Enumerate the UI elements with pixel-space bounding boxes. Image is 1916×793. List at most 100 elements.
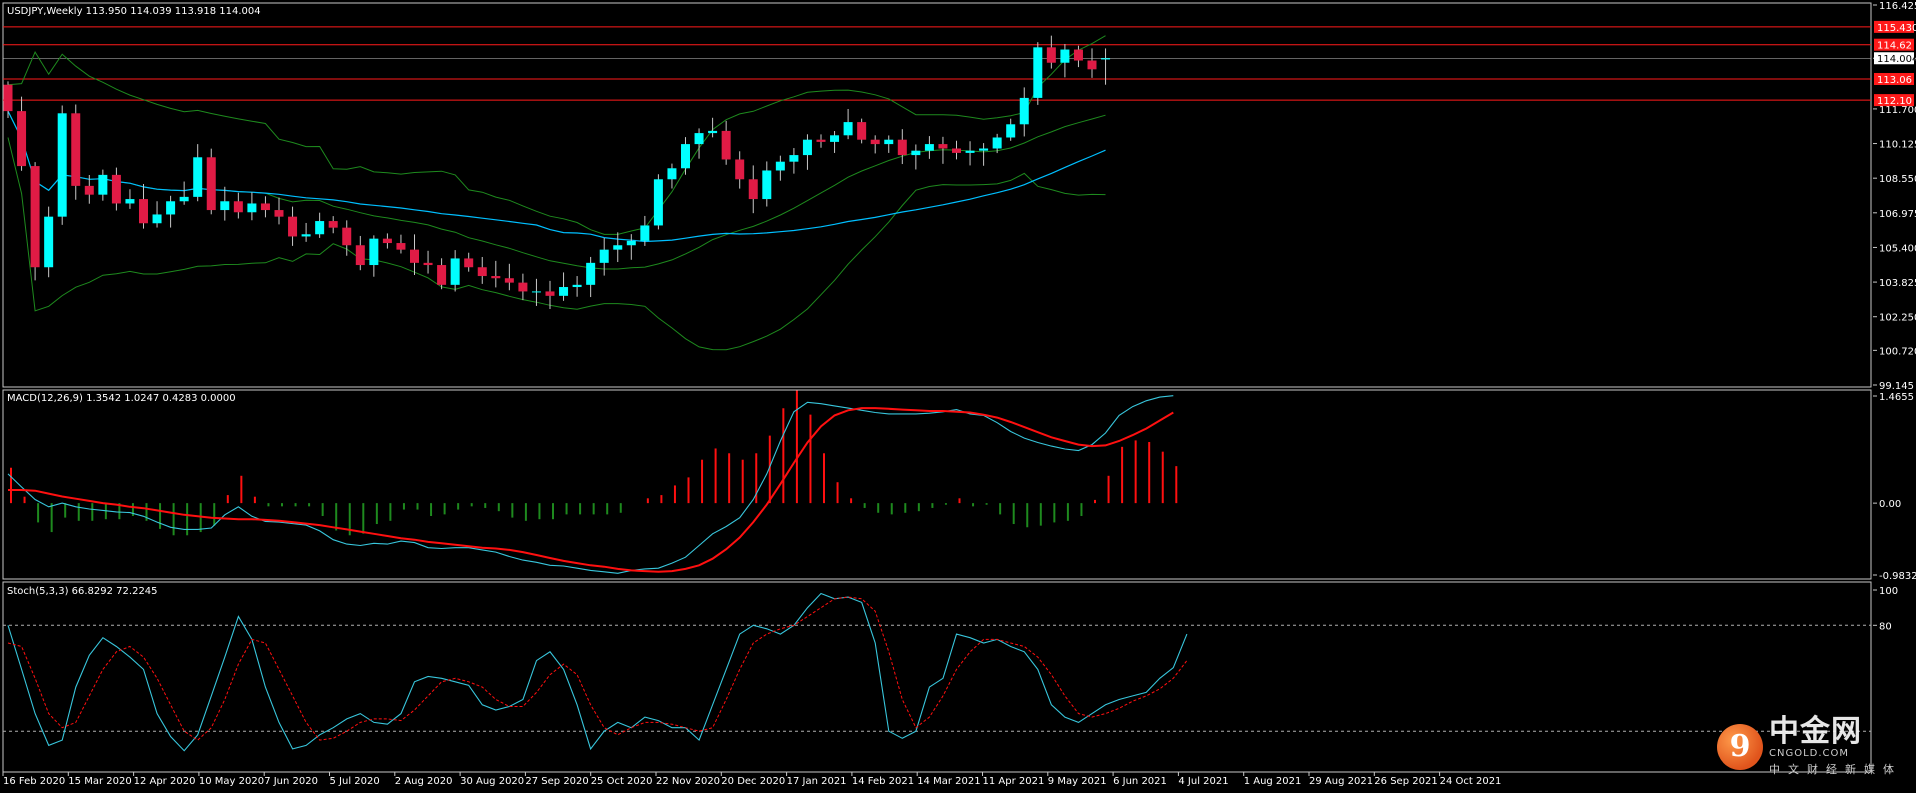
candle (518, 273, 528, 301)
candle (125, 189, 135, 209)
candle (1019, 87, 1029, 137)
x-tick-label: 9 May 2021 (1048, 776, 1107, 787)
macd-panel: 1.4655 0.00 -0.9832 (7, 390, 1916, 582)
x-tick-label: 25 Oct 2020 (591, 776, 653, 787)
price-tick-label: 99.145 (1879, 381, 1914, 392)
candle-body (98, 174, 108, 195)
candle-body (355, 245, 365, 266)
candle (328, 216, 338, 234)
candle (30, 162, 40, 281)
stoch-tick-label: 80 (1879, 621, 1892, 632)
price-tick-label: 116.425 (1879, 1, 1916, 12)
candle (789, 148, 799, 174)
x-axis: 16 Feb 2020 15 Mar 2020 12 Apr 2020 10 May … (2, 772, 1501, 787)
candle (816, 134, 826, 148)
candle-body (762, 170, 772, 200)
x-tick-label: 15 Mar 2020 (68, 776, 131, 787)
candle (911, 144, 921, 170)
candle-body (30, 166, 40, 268)
candle (762, 161, 772, 207)
price-tick-label: 110.125 (1879, 140, 1916, 151)
price-tick-label: 100.720 (1879, 346, 1916, 357)
candle-body (84, 185, 94, 195)
candle (748, 165, 758, 214)
candle-body (260, 203, 270, 211)
candle-body (1101, 58, 1111, 60)
candle (98, 169, 108, 201)
candle (721, 120, 731, 165)
candle-body (586, 262, 596, 285)
candle-body (884, 139, 894, 145)
candle (315, 212, 325, 238)
candle-body (911, 150, 921, 156)
candle (139, 184, 148, 229)
candle (450, 250, 460, 292)
candle (613, 232, 623, 263)
candle (301, 222, 311, 242)
candle (572, 276, 582, 297)
stoch-k-line (7, 592, 1188, 752)
candle-body (369, 238, 379, 266)
candle (396, 234, 406, 254)
candle-body (640, 225, 650, 241)
candle-body (599, 249, 609, 263)
candle-body (206, 157, 216, 211)
candle-body (938, 144, 948, 149)
candle (3, 81, 13, 119)
candle-body (924, 144, 934, 151)
candle-body (1087, 60, 1097, 70)
candle-body (125, 199, 135, 204)
x-tick-label: 29 Aug 2021 (1309, 776, 1373, 787)
candle-body (220, 201, 230, 211)
candle-body (342, 227, 352, 246)
price-tick-label: 108.550 (1879, 174, 1916, 185)
x-tick-label: 22 Nov 2020 (656, 776, 720, 787)
candle-body (17, 111, 27, 167)
candle-body (626, 240, 636, 246)
macd-tick-label: -0.9832 (1879, 571, 1916, 582)
candle (1006, 118, 1016, 141)
candle-body (1033, 47, 1043, 98)
level-badge-label: 115.430 (1877, 23, 1916, 34)
level-badge-label: 114.62 (1877, 41, 1912, 52)
candle-body (545, 291, 555, 296)
candle-body (681, 144, 690, 169)
candle-body (721, 130, 731, 160)
level-badge-label: 113.06 (1877, 75, 1912, 86)
candle-body (396, 243, 406, 250)
candle (979, 143, 989, 166)
level-badge-label: 112.10 (1877, 96, 1912, 107)
x-tick-label: 4 Jul 2021 (1178, 776, 1228, 787)
candle (477, 256, 487, 284)
candle (586, 256, 596, 298)
candle (653, 174, 663, 230)
candle-body (179, 196, 189, 202)
candle (206, 148, 216, 215)
x-tick-label: 12 Apr 2020 (134, 776, 196, 787)
candle-body (979, 148, 989, 151)
candle (626, 234, 636, 260)
logo-site: CNGOLD.COM (1769, 748, 1850, 759)
candle (274, 197, 284, 225)
x-tick-label: 10 May 2020 (199, 776, 264, 787)
candle-body (613, 245, 623, 250)
candle-body (1006, 124, 1016, 138)
price-tick-label: 106.975 (1879, 209, 1916, 220)
candle-body (816, 139, 826, 142)
candle (965, 141, 975, 166)
candle-body (410, 249, 419, 263)
macd-tick-label: 0.00 (1879, 499, 1901, 510)
candle-body (166, 201, 176, 215)
x-tick-label: 1 Aug 2021 (1244, 776, 1302, 787)
candle-body (843, 122, 853, 136)
candle (152, 201, 162, 228)
macd-signal-line (8, 407, 1174, 573)
candle-body (193, 157, 203, 197)
x-tick-label: 16 Feb 2020 (3, 776, 65, 787)
candle-body (152, 214, 162, 224)
candle-body (789, 155, 799, 162)
stoch-header: Stoch(5,3,3) 66.8292 72.2245 (7, 586, 158, 597)
candle-body (992, 137, 1002, 149)
candle-body (423, 262, 433, 266)
x-tick-label: 26 Sep 2021 (1374, 776, 1437, 787)
